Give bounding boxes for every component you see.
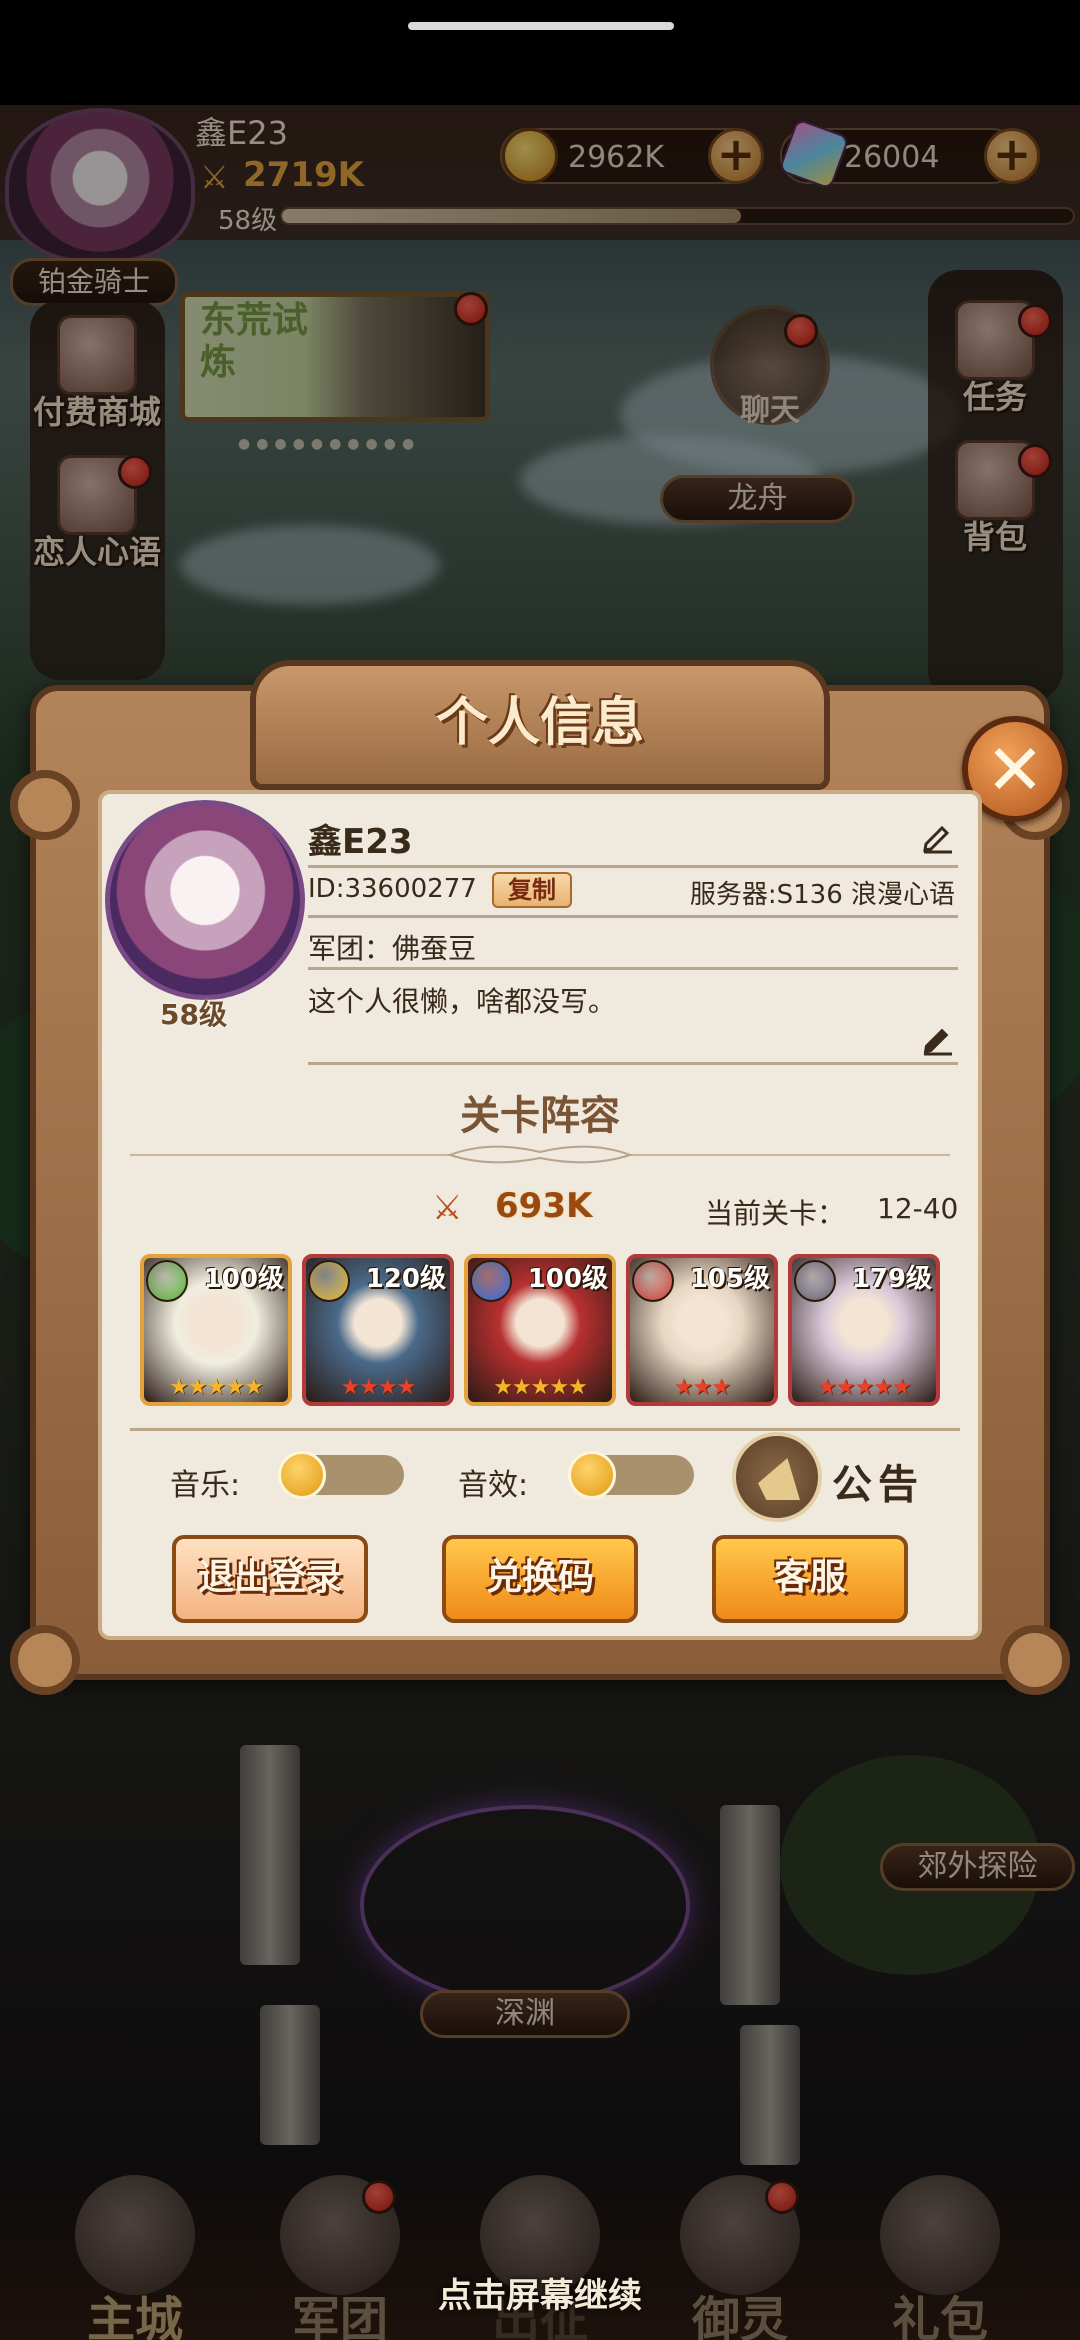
- copy-id-button[interactable]: 复制: [492, 872, 572, 908]
- hero-card[interactable]: 179级 ★★★★★: [788, 1254, 940, 1406]
- hero-stars: ★★★★★: [817, 1375, 912, 1400]
- profile-name: 鑫E23: [308, 822, 413, 862]
- edit-signature-icon[interactable]: [920, 1020, 956, 1056]
- element-icon: [632, 1260, 674, 1302]
- toggle-knob[interactable]: [278, 1451, 326, 1499]
- lineup-title: 关卡阵容: [460, 1093, 620, 1139]
- music-toggle[interactable]: [278, 1451, 404, 1499]
- profile-level: 58级: [160, 998, 227, 1031]
- corner-ornament: [10, 770, 80, 840]
- element-icon: [146, 1260, 188, 1302]
- sfx-label: 音效:: [458, 1468, 529, 1503]
- hero-card[interactable]: 100级 ★★★★★: [140, 1254, 292, 1406]
- profile-legion: 军团：佛蚕豆: [308, 932, 477, 965]
- hero-card[interactable]: 100级 ★★★★★: [464, 1254, 616, 1406]
- divider: [308, 915, 958, 918]
- element-icon: [470, 1260, 512, 1302]
- current-stage-label: 当前关卡：: [705, 1197, 846, 1230]
- edit-name-icon[interactable]: [920, 818, 956, 854]
- crossed-swords-icon: ⚔: [432, 1188, 463, 1228]
- toggle-knob[interactable]: [568, 1451, 616, 1499]
- logout-button[interactable]: 退出登录: [172, 1535, 368, 1623]
- current-stage-value: 12-40: [877, 1192, 959, 1225]
- notice-label: 公告: [832, 1462, 924, 1508]
- music-label: 音乐:: [170, 1468, 241, 1503]
- customer-service-button[interactable]: 客服: [712, 1535, 908, 1623]
- dialog-title: 个人信息: [435, 693, 644, 753]
- hero-level: 120级: [365, 1264, 446, 1294]
- close-icon: ✕: [985, 729, 1045, 811]
- divider: [308, 967, 958, 970]
- profile-avatar[interactable]: [105, 800, 305, 1000]
- profile-id: ID:33600277: [308, 874, 477, 904]
- element-icon: [794, 1260, 836, 1302]
- status-bar: [0, 0, 1080, 105]
- divider: [308, 865, 958, 868]
- profile-signature: 这个人很懒，啥都没写。: [308, 985, 617, 1018]
- hero-stars: ★★★★★: [169, 1375, 264, 1400]
- hero-stars: ★★★: [673, 1375, 731, 1400]
- hero-card[interactable]: 105级 ★★★: [626, 1254, 778, 1406]
- megaphone-icon: [758, 1458, 800, 1500]
- lineup-power: 693K: [495, 1186, 593, 1226]
- corner-ornament: [1000, 1625, 1070, 1695]
- hero-level: 100级: [203, 1264, 284, 1294]
- divider: [308, 1062, 958, 1065]
- element-icon: [308, 1260, 350, 1302]
- redeem-code-button[interactable]: 兑换码: [442, 1535, 638, 1623]
- divider: [130, 1428, 960, 1431]
- corner-ornament: [10, 1625, 80, 1695]
- hero-level: 105级: [689, 1264, 770, 1294]
- profile-server: 服务器:S136 浪漫心语: [689, 880, 955, 910]
- title-ornament: [130, 1145, 950, 1164]
- notice-button[interactable]: [732, 1432, 822, 1522]
- hero-card[interactable]: 120级 ★★★★: [302, 1254, 454, 1406]
- tap-to-continue-hint: 点击屏幕继续: [438, 2276, 642, 2316]
- hero-level: 100级: [527, 1264, 608, 1294]
- hero-stars: ★★★★★: [493, 1375, 588, 1400]
- hero-level: 179级: [851, 1264, 932, 1294]
- home-indicator: [408, 22, 674, 30]
- sfx-toggle[interactable]: [568, 1451, 694, 1499]
- hero-stars: ★★★★: [340, 1375, 417, 1400]
